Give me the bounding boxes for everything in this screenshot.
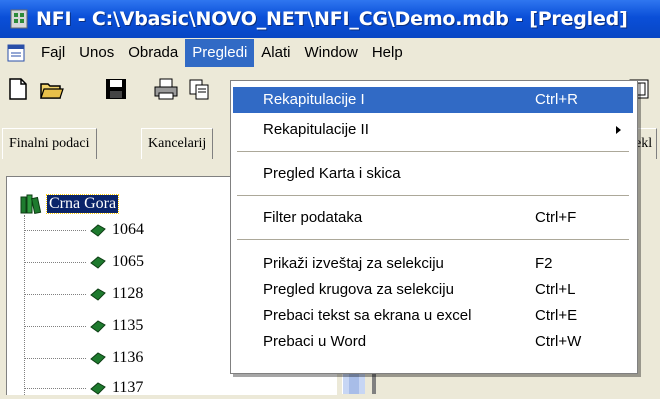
tree-item-1136[interactable]: 1136 — [24, 347, 143, 369]
book-icon — [90, 288, 106, 301]
book-icon — [90, 382, 106, 395]
menu-item-label: Prebaci tekst sa ekrana u excel — [263, 307, 472, 324]
copy-icon[interactable] — [186, 76, 214, 102]
book-icon — [90, 224, 106, 237]
menu-item-label: Pregled krugova za selekciju — [263, 281, 454, 298]
menu-item-shortcut: Ctrl+E — [535, 307, 578, 324]
menu-item-shortcut: Ctrl+R — [535, 91, 578, 108]
menu-separator — [237, 239, 629, 240]
tree-connector-line — [24, 229, 86, 231]
tree-item-1137[interactable]: 1137 — [24, 377, 143, 399]
tree-item-1065[interactable]: 1065 — [24, 251, 144, 273]
book-icon — [90, 320, 106, 333]
books-icon — [20, 194, 42, 215]
menu-help[interactable]: Help — [365, 39, 410, 67]
menu-fajl[interactable]: Fajl — [34, 39, 72, 67]
menu-item-label: Pregled Karta i skica — [263, 165, 401, 182]
tree-item-label: 1136 — [112, 349, 144, 366]
menu-item-shortcut: Ctrl+F — [535, 209, 577, 226]
tree-connector-line — [24, 325, 86, 327]
book-icon — [90, 256, 106, 269]
menu-alati[interactable]: Alati — [254, 39, 297, 67]
tree-connector-line — [24, 357, 86, 359]
window-title: NFI - C:\Vbasic\NOVO_NET\NFI_CG\Demo.mdb… — [36, 8, 628, 30]
menu-item-pregled-krugova[interactable]: Pregled krugova za selekciju Ctrl+L — [233, 277, 633, 303]
document-icon[interactable] — [6, 43, 28, 63]
menu-unos[interactable]: Unos — [72, 39, 121, 67]
tree-item-label: 1137 — [112, 379, 144, 396]
menu-item-rekapitulacije-ii[interactable]: Rekapitulacije II — [233, 117, 633, 143]
submenu-arrow-icon — [616, 126, 621, 134]
menu-item-label: Prebaci u Word — [263, 333, 367, 350]
menu-item-label: Filter podataka — [263, 209, 363, 226]
tree-item-label: 1064 — [112, 221, 144, 238]
menu-obrada[interactable]: Obrada — [121, 39, 185, 67]
menu-item-filter-podataka[interactable]: Filter podataka Ctrl+F — [233, 205, 633, 231]
menu-bar: Fajl Unos Obrada Pregledi Alati Window H… — [0, 38, 660, 68]
app-icon[interactable] — [8, 8, 30, 30]
menu-separator — [237, 151, 629, 152]
menu-item-shortcut: F2 — [535, 255, 553, 272]
pregledi-dropdown-menu: Rekapitulacije I Ctrl+R Rekapitulacije I… — [230, 80, 638, 374]
menu-item-rekapitulacije-i[interactable]: Rekapitulacije I Ctrl+R — [233, 87, 633, 113]
menu-pregledi[interactable]: Pregledi — [185, 39, 255, 67]
menu-item-label: Rekapitulacije I — [263, 91, 365, 108]
open-folder-icon[interactable] — [38, 76, 66, 102]
tree-connector-line — [24, 387, 86, 389]
tree-item-1128[interactable]: 1128 — [24, 283, 143, 305]
tree-root-label: Crna Gora — [45, 194, 120, 214]
menu-item-shortcut: Ctrl+L — [535, 281, 576, 298]
tree-connector-line — [24, 293, 86, 295]
book-icon — [90, 352, 106, 365]
menu-item-prebaci-u-excel[interactable]: Prebaci tekst sa ekrana u excel Ctrl+E — [233, 303, 633, 329]
save-icon[interactable] — [102, 76, 130, 102]
tree-item-1064[interactable]: 1064 — [24, 219, 144, 241]
menu-window[interactable]: Window — [297, 39, 364, 67]
tree-root[interactable]: Crna Gora — [19, 193, 120, 215]
menu-item-shortcut: Ctrl+W — [535, 333, 582, 350]
tree-connector-line — [24, 261, 86, 263]
menu-item-label: Prikaži izveštaj za selekciju — [263, 255, 444, 272]
menu-item-prikazi-izvestaj[interactable]: Prikaži izveštaj za selekciju F2 — [233, 251, 633, 277]
menu-item-label: Rekapitulacije II — [263, 121, 369, 138]
menu-item-pregled-karta-i-skica[interactable]: Pregled Karta i skica — [233, 161, 633, 187]
title-bar[interactable]: NFI - C:\Vbasic\NOVO_NET\NFI_CG\Demo.mdb… — [0, 0, 660, 38]
tab-finalni-podaci[interactable]: Finalni podaci — [2, 128, 97, 159]
tree-item-1135[interactable]: 1135 — [24, 315, 143, 337]
print-icon[interactable] — [152, 76, 180, 102]
tab-kancelarija[interactable]: Kancelarij — [141, 128, 214, 159]
tree-item-label: 1135 — [112, 317, 144, 334]
menu-item-prebaci-u-word[interactable]: Prebaci u Word Ctrl+W — [233, 329, 633, 355]
new-file-icon[interactable] — [4, 76, 32, 102]
menu-separator — [237, 195, 629, 196]
tree-item-label: 1065 — [112, 253, 144, 270]
tree-item-label: 1128 — [112, 285, 144, 302]
